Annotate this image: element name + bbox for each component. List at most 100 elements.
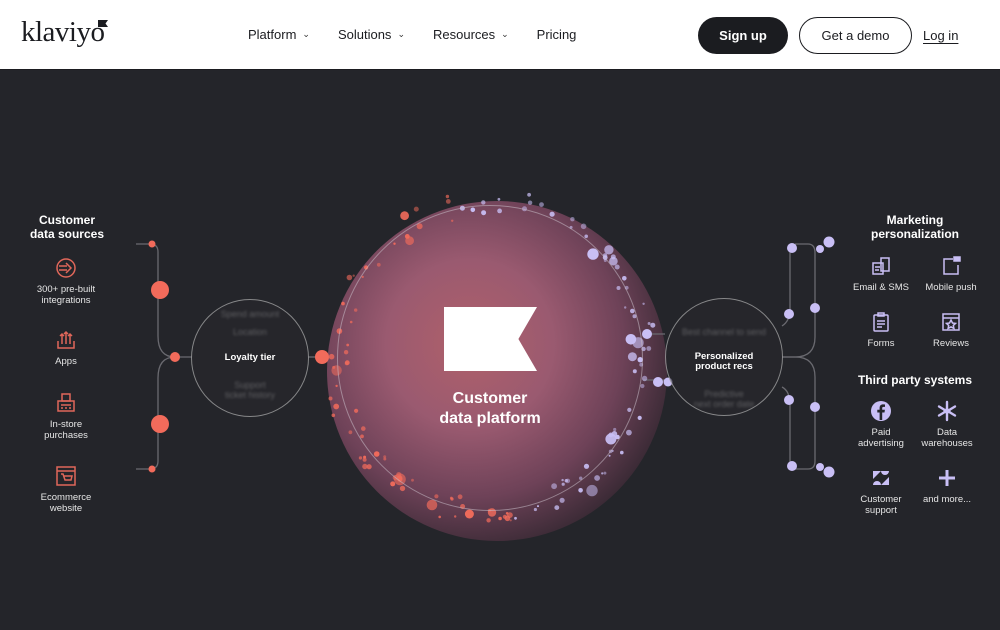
particle-dot bbox=[348, 430, 353, 435]
facebook-icon bbox=[871, 401, 891, 421]
source-node bbox=[151, 281, 169, 299]
particle-dot bbox=[610, 254, 616, 260]
particle-dot bbox=[333, 403, 340, 410]
particle-dot bbox=[322, 357, 327, 362]
particle-dot bbox=[413, 206, 419, 212]
dest-reviews[interactable]: Reviews bbox=[915, 311, 987, 349]
third-party-heading: Third party systems bbox=[857, 373, 973, 387]
particle-dot bbox=[622, 276, 627, 281]
source-node bbox=[148, 465, 156, 473]
particle-dot bbox=[514, 516, 517, 520]
particle-dot bbox=[481, 200, 486, 205]
particle-dot bbox=[509, 519, 512, 522]
particle-dot bbox=[594, 475, 600, 481]
destination-node bbox=[823, 236, 835, 248]
particle-dot bbox=[570, 217, 575, 222]
site-header: klaviyo Platform ⌄ Solutions ⌄ Resources ⌄ … bbox=[0, 0, 1000, 70]
chevron-down-icon: ⌄ bbox=[302, 29, 310, 39]
source-integrations[interactable]: 300+ pre-built integrations bbox=[21, 257, 111, 306]
particle-dot bbox=[586, 484, 598, 497]
dest-and-more[interactable]: and more... bbox=[911, 467, 983, 505]
source-node bbox=[151, 415, 169, 433]
shopping-cart-icon bbox=[56, 466, 76, 486]
dest-customer-support[interactable]: Customer support bbox=[845, 467, 917, 516]
destination-node bbox=[784, 395, 794, 405]
particle-dot bbox=[497, 197, 501, 201]
particle-dot bbox=[637, 415, 642, 420]
marketing-heading: Marketing personalization bbox=[870, 213, 959, 241]
forms-clipboard-icon bbox=[873, 312, 889, 332]
nav-platform[interactable]: Platform ⌄ bbox=[248, 27, 310, 42]
particle-dot bbox=[603, 471, 607, 475]
chevron-down-icon: ⌄ bbox=[397, 29, 405, 39]
klaviyo-logo[interactable]: klaviyo bbox=[21, 16, 105, 49]
particle-dot bbox=[537, 505, 539, 508]
destination-node bbox=[810, 303, 820, 313]
particle-dot bbox=[400, 211, 409, 221]
register-printer-icon bbox=[57, 393, 75, 412]
logo-flag-icon bbox=[98, 20, 108, 27]
nav-solutions[interactable]: Solutions ⌄ bbox=[338, 27, 405, 42]
particle-dot bbox=[399, 485, 406, 492]
particle-dot bbox=[604, 245, 614, 255]
sign-up-button[interactable]: Sign up bbox=[698, 17, 788, 54]
sources-heading: Customer data sources bbox=[29, 213, 105, 241]
particle-dot bbox=[646, 346, 652, 351]
source-node bbox=[170, 352, 180, 362]
particle-dot bbox=[445, 194, 450, 199]
loyalty-tier-label: Loyalty tier bbox=[224, 352, 276, 363]
main-nav: Platform ⌄ Solutions ⌄ Resources ⌄ Pricing bbox=[248, 27, 604, 42]
integrations-arrow-icon bbox=[56, 258, 76, 278]
particle-dot bbox=[578, 488, 583, 493]
nav-pricing[interactable]: Pricing bbox=[537, 27, 577, 42]
destination-node bbox=[810, 402, 820, 412]
particle-dot bbox=[335, 384, 338, 388]
nav-resources[interactable]: Resources ⌄ bbox=[433, 27, 509, 42]
particle-dot bbox=[366, 464, 372, 470]
plus-icon bbox=[939, 470, 955, 486]
particle-dot bbox=[650, 322, 656, 328]
particle-dot bbox=[507, 512, 513, 518]
particle-dot bbox=[554, 505, 560, 510]
particle-dot bbox=[362, 457, 367, 462]
particle-dot bbox=[533, 507, 538, 512]
particle-dot bbox=[341, 301, 345, 306]
source-in-store[interactable]: In-store purchases bbox=[21, 392, 111, 441]
particle-dot bbox=[549, 211, 555, 217]
particle-dot bbox=[626, 429, 632, 436]
platform-title: Customer data platform bbox=[439, 390, 541, 427]
particle-dot bbox=[608, 454, 611, 457]
particle-dot bbox=[641, 375, 648, 382]
dest-paid-advertising[interactable]: Paid advertising bbox=[845, 400, 917, 449]
dest-mobile-push[interactable]: Mobile push bbox=[915, 255, 987, 293]
particle-dot bbox=[614, 264, 620, 270]
particle-dot bbox=[498, 516, 502, 521]
destination-node bbox=[823, 466, 835, 478]
source-apps[interactable]: Apps bbox=[21, 329, 111, 367]
dest-data-warehouses[interactable]: Data warehouses bbox=[911, 400, 983, 449]
email-sms-icon bbox=[872, 257, 890, 275]
source-ecommerce[interactable]: Ecommerce website bbox=[21, 465, 111, 514]
particle-dot bbox=[464, 509, 474, 519]
particle-dot bbox=[486, 518, 491, 523]
cdp-diagram: Customer data platform Spend amount Loca… bbox=[0, 71, 1000, 630]
particle-dot bbox=[642, 302, 645, 305]
apps-upload-icon bbox=[57, 330, 75, 349]
destination-node bbox=[787, 461, 797, 471]
dest-forms[interactable]: Forms bbox=[845, 311, 917, 349]
particle-dot bbox=[559, 497, 565, 503]
destination-node bbox=[787, 243, 797, 253]
particle-dot bbox=[445, 199, 451, 204]
particle-dot bbox=[620, 450, 624, 455]
particle-dot bbox=[601, 472, 604, 475]
chevron-down-icon: ⌄ bbox=[501, 29, 509, 39]
particle-dot bbox=[438, 515, 442, 519]
destination-node bbox=[816, 245, 824, 253]
particle-dot bbox=[328, 396, 333, 401]
get-demo-button[interactable]: Get a demo bbox=[799, 17, 912, 54]
particle-dot bbox=[539, 202, 544, 208]
mobile-push-icon bbox=[943, 256, 961, 275]
dest-email-sms[interactable]: Email & SMS bbox=[845, 255, 917, 293]
product-recs-label: Personalized product recs bbox=[694, 351, 754, 372]
log-in-link[interactable]: Log in bbox=[923, 28, 958, 43]
